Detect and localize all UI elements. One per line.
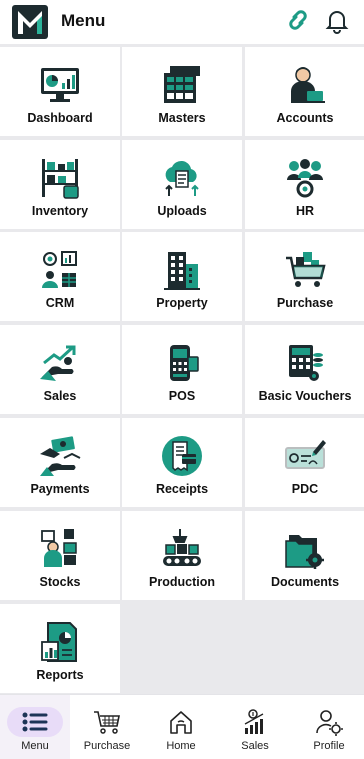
menu-tile-production[interactable]: Production — [122, 511, 242, 600]
nav-label: Purchase — [83, 740, 131, 752]
nav-label: Sales — [241, 740, 269, 752]
sales-growth-icon — [40, 345, 76, 381]
menu-tile-reports[interactable]: Reports — [0, 604, 120, 693]
accountant-icon — [291, 67, 325, 103]
nav-label: Profile — [313, 740, 345, 752]
receipt-icon — [162, 436, 202, 476]
list-icon — [22, 712, 48, 732]
stock-worker-icon — [41, 529, 77, 567]
profile-settings-icon — [316, 710, 343, 736]
inventory-shelf-icon — [42, 159, 79, 199]
menu-tile-pos[interactable]: POS — [122, 325, 242, 414]
menu-tile-accounts[interactable]: Accounts — [245, 47, 364, 136]
tile-label: Accounts — [276, 111, 334, 125]
menu-tile-pdc[interactable]: PDC — [245, 418, 364, 507]
menu-tile-crm[interactable]: CRM — [0, 232, 120, 321]
bottom-navigation: Menu Purchase Home Sales Profile — [0, 694, 364, 759]
page-title: Menu — [61, 11, 106, 30]
nav-label: Home — [166, 740, 196, 752]
menu-tile-basic-vouchers[interactable]: Basic Vouchers — [245, 325, 364, 414]
tile-label: Inventory — [31, 204, 89, 218]
tile-label: Basic Vouchers — [258, 389, 352, 403]
nav-item-home[interactable]: Home — [146, 695, 216, 759]
tile-label: Production — [149, 575, 215, 589]
nav-item-sales[interactable]: Sales — [220, 695, 290, 759]
tile-label: Uploads — [157, 204, 207, 218]
menu-tile-sales[interactable]: Sales — [0, 325, 120, 414]
building-icon — [164, 252, 200, 290]
nav-item-profile[interactable]: Profile — [294, 695, 364, 759]
menu-tile-hr[interactable]: HR — [245, 140, 364, 229]
tile-label: HR — [295, 204, 315, 218]
m-logo[interactable] — [11, 4, 49, 40]
tile-label: Reports — [36, 668, 84, 682]
menu-tile-dashboard[interactable]: Dashboard — [0, 47, 120, 136]
menu-tile-masters[interactable]: Masters — [122, 47, 242, 136]
hr-team-icon — [287, 159, 323, 198]
menu-tile-purchase[interactable]: Purchase — [245, 232, 364, 321]
menu-tile-inventory[interactable]: Inventory — [0, 140, 120, 229]
sales-chart-icon — [244, 709, 264, 734]
app-header: Menu — [0, 0, 364, 44]
calculator-voucher-icon — [289, 345, 323, 381]
tile-label: Masters — [158, 111, 206, 125]
cart-icon — [94, 711, 120, 734]
tile-label: Dashboard — [27, 111, 93, 125]
masters-table-icon — [164, 66, 200, 103]
shopping-cart-icon — [286, 252, 326, 287]
menu-tile-payments[interactable]: Payments — [0, 418, 120, 507]
pos-terminal-icon — [170, 345, 199, 381]
cloud-upload-icon — [165, 160, 199, 196]
menu-tile-stocks[interactable]: Stocks — [0, 511, 120, 600]
nav-item-purchase[interactable]: Purchase — [72, 695, 142, 759]
nav-item-menu[interactable]: Menu — [0, 695, 70, 759]
folder-settings-icon — [285, 535, 324, 569]
dashboard-icon — [41, 68, 79, 102]
link-icon[interactable] — [283, 6, 313, 34]
tile-label: Sales — [43, 389, 77, 403]
menu-grid: Dashboard Masters Accounts Inventory Upl… — [0, 44, 364, 694]
tile-label: CRM — [45, 296, 75, 310]
menu-tile-receipts[interactable]: Receipts — [122, 418, 242, 507]
tile-label: Purchase — [276, 296, 334, 310]
tile-label: Receipts — [155, 482, 209, 496]
tile-label: Documents — [270, 575, 340, 589]
bell-icon[interactable] — [322, 6, 352, 34]
crm-network-icon — [42, 251, 77, 288]
cheque-pen-icon — [285, 440, 326, 469]
tile-label: Stocks — [39, 575, 81, 589]
home-icon — [170, 711, 192, 734]
payment-hands-icon — [40, 436, 81, 476]
report-chart-icon — [41, 622, 77, 662]
menu-tile-property[interactable]: Property — [122, 232, 242, 321]
tile-label: POS — [168, 389, 196, 403]
menu-tile-documents[interactable]: Documents — [245, 511, 364, 600]
menu-tile-uploads[interactable]: Uploads — [122, 140, 242, 229]
tile-label: Property — [156, 296, 208, 310]
tile-label: Payments — [30, 482, 90, 496]
conveyor-belt-icon — [163, 529, 201, 566]
nav-label: Menu — [21, 740, 49, 752]
tile-label: PDC — [291, 482, 319, 496]
